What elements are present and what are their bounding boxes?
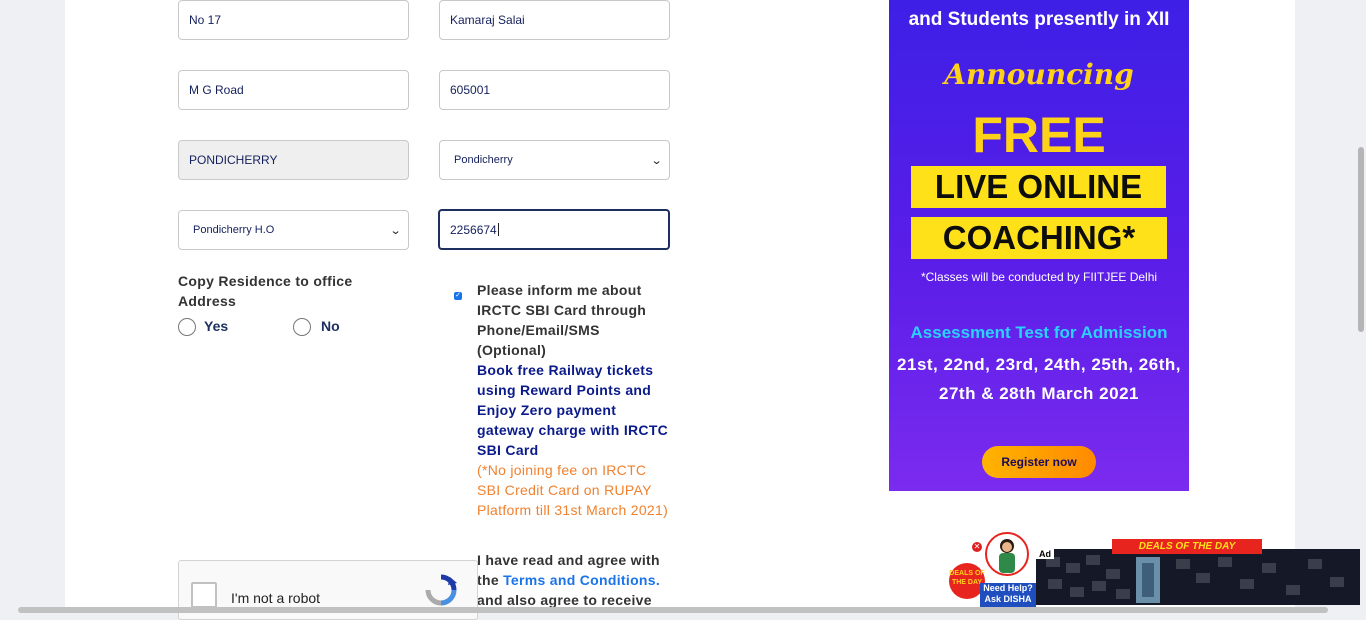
joining-fee-note: (*No joining fee on IRCTC SBI Credit Car… <box>477 462 669 518</box>
banner-free: FREE <box>972 107 1106 163</box>
phone-value: 2256674 <box>450 222 497 237</box>
recaptcha-checkbox[interactable] <box>191 582 217 608</box>
deals-ad[interactable]: Ad <box>1036 549 1360 605</box>
terms-text: I have read and agree with the Terms and… <box>477 550 673 610</box>
inform-text: Please inform me about IRCTC SBI Card th… <box>477 282 647 358</box>
flat-value: No 17 <box>189 13 222 27</box>
city-value: PONDICHERRY <box>189 153 278 167</box>
copy-yes-label[interactable]: Yes <box>204 318 228 334</box>
street-value: Kamaraj Salai <box>450 13 525 27</box>
flat-input[interactable]: No 17 <box>178 0 409 40</box>
recaptcha-label: I'm not a robot <box>231 590 321 606</box>
banner-coaching: COACHING* <box>911 217 1167 259</box>
inform-checkbox[interactable]: ✓ <box>454 292 462 300</box>
horizontal-scrollbar[interactable] <box>18 607 1328 613</box>
close-icon[interactable]: ✕ <box>972 542 982 552</box>
banner-dates: 21st, 22nd, 23rd, 24th, 25th, 26th, 27th… <box>897 355 1181 403</box>
copy-no-label[interactable]: No <box>321 318 340 334</box>
copy-no-radio[interactable] <box>293 318 311 336</box>
pincode-input[interactable]: 605001 <box>439 70 670 110</box>
ad-background-image <box>1036 549 1360 605</box>
ask-disha-button[interactable]: Need Help? Ask DISHA <box>980 583 1036 607</box>
disha-avatar-icon[interactable] <box>984 530 1030 582</box>
banner-live-online: LIVE ONLINE <box>911 166 1166 208</box>
area-input[interactable]: M G Road <box>178 70 409 110</box>
state-select[interactable]: Pondicherry ⌄ <box>439 140 670 180</box>
terms-link[interactable]: Terms and Conditions. <box>503 572 660 588</box>
promo-text: Book free Railway tickets using Reward P… <box>477 362 669 458</box>
ad-ribbon: DEALS OF THE DAY <box>1112 539 1262 554</box>
fiitjee-banner[interactable]: and Students presently in XII Announcing… <box>889 0 1189 491</box>
street-input[interactable]: Kamaraj Salai <box>439 0 670 40</box>
city-input: PONDICHERRY <box>178 140 409 180</box>
terms-suffix: and also agree to receive <box>477 592 652 608</box>
banner-announcing: Announcing <box>944 58 1134 91</box>
chevron-down-icon: ⌄ <box>389 224 402 237</box>
vertical-scrollbar[interactable] <box>1358 147 1364 332</box>
copy-residence-label: Copy Residence to office Address <box>178 273 353 309</box>
phone-input[interactable]: 2256674 <box>438 209 670 250</box>
chevron-down-icon: ⌄ <box>650 154 663 167</box>
post-office-select[interactable]: Pondicherry H.O ⌄ <box>178 210 409 250</box>
recaptcha-logo-icon <box>425 574 457 606</box>
state-value: Pondicherry <box>454 154 513 166</box>
banner-top-line: and Students presently in XII <box>908 9 1170 30</box>
banner-note: *Classes will be conducted by FIITJEE De… <box>920 270 1158 284</box>
post-office-value: Pondicherry H.O <box>193 224 275 236</box>
copy-yes-radio[interactable] <box>178 318 196 336</box>
banner-assessment: Assessment Test for Admission <box>910 323 1168 342</box>
pincode-value: 605001 <box>450 83 491 97</box>
register-now-button[interactable]: Register now <box>982 446 1096 478</box>
check-icon: ✓ <box>455 292 461 299</box>
ad-tag: Ad <box>1036 549 1054 559</box>
area-value: M G Road <box>189 83 244 97</box>
text-cursor <box>497 223 499 236</box>
consent-block: Please inform me about IRCTC SBI Card th… <box>477 280 673 520</box>
